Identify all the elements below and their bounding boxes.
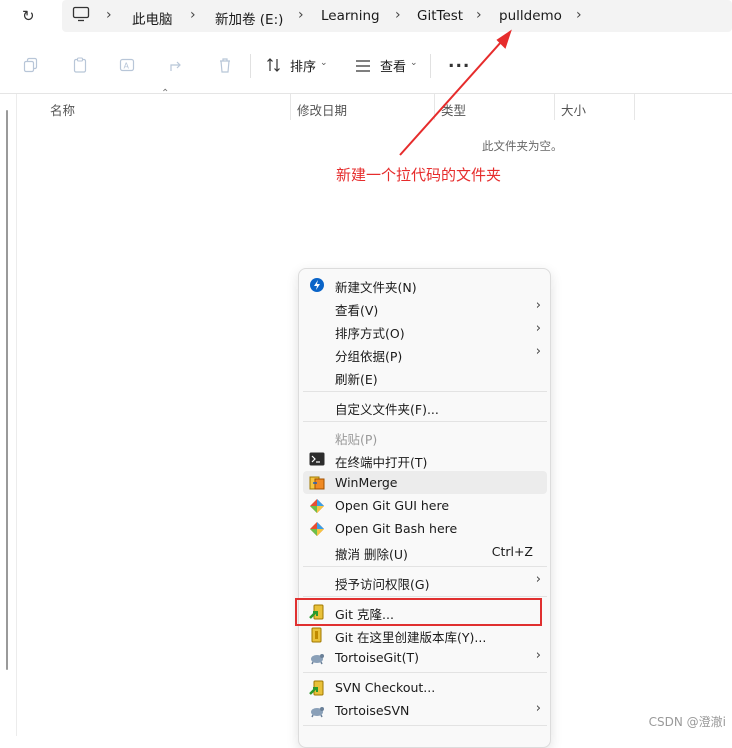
address-bar-area: ↻ › 此电脑 › 新加卷 (E:) › Learning › GitTest … — [0, 0, 732, 38]
menu-item-sort-by[interactable]: 排序方式(O) › — [303, 319, 547, 342]
svg-text:A: A — [124, 62, 130, 71]
tortoise-icon — [309, 650, 325, 666]
refresh-icon[interactable]: ↻ — [22, 7, 35, 25]
git-icon — [309, 498, 325, 514]
breadcrumb-item[interactable]: Learning — [321, 8, 380, 24]
svn-checkout-icon — [309, 680, 325, 696]
chevron-right-icon: › — [106, 7, 112, 23]
menu-item-paste: 粘贴(P) — [303, 425, 547, 448]
menu-separator — [303, 596, 547, 597]
menu-item-label: Open Git Bash here — [335, 521, 458, 536]
menu-separator — [303, 421, 547, 422]
menu-item-label: 授予访问权限(G) — [335, 577, 430, 592]
column-divider — [634, 94, 635, 120]
chevron-down-icon: ⌄ — [320, 58, 328, 68]
computer-icon — [72, 6, 90, 26]
highlight-box — [295, 598, 542, 626]
menu-item-label: 在终端中打开(T) — [335, 455, 428, 470]
rename-icon[interactable]: A — [118, 57, 136, 75]
chevron-right-icon: › — [576, 7, 582, 23]
menu-item-winmerge[interactable]: WinMerge — [303, 471, 547, 494]
menu-item-group-by[interactable]: 分组依据(P) › — [303, 342, 547, 365]
menu-separator — [303, 672, 547, 673]
menu-item-label: Open Git GUI here — [335, 498, 450, 513]
new-folder-icon — [309, 277, 325, 293]
menu-item-grant-access[interactable]: 授予访问权限(G) › — [303, 570, 547, 593]
sort-button[interactable]: 排序 — [290, 56, 316, 75]
menu-item-view[interactable]: 查看(V) › — [303, 296, 547, 319]
toolbar-divider — [250, 54, 251, 78]
chevron-right-icon: › — [535, 298, 541, 313]
menu-item-label: SVN Checkout... — [335, 680, 436, 695]
menu-item-tortoisesvn[interactable]: TortoiseSVN › — [303, 699, 547, 722]
menu-item-open-terminal[interactable]: 在终端中打开(T) — [303, 448, 547, 471]
menu-separator — [303, 725, 547, 726]
column-header-size[interactable]: 大小 — [561, 100, 586, 119]
sort-indicator-icon: ⌃ — [161, 88, 170, 99]
menu-item-label: WinMerge — [335, 475, 398, 490]
paste-icon[interactable] — [71, 57, 89, 75]
breadcrumb-item[interactable]: 此电脑 — [132, 8, 173, 28]
pane-divider — [16, 94, 17, 736]
sort-icon — [266, 57, 282, 77]
copy-icon[interactable] — [22, 57, 40, 75]
winmerge-icon — [309, 475, 325, 491]
column-header-modified[interactable]: 修改日期 — [297, 100, 347, 119]
git-create-repo-icon — [309, 627, 325, 643]
menu-item-open-git-gui[interactable]: Open Git GUI here — [303, 494, 547, 517]
menu-separator — [303, 391, 547, 392]
chevron-right-icon: › — [535, 344, 541, 359]
chevron-right-icon: › — [535, 648, 541, 663]
menu-item-refresh[interactable]: 刷新(E) — [303, 365, 547, 388]
breadcrumb-item[interactable]: 新加卷 (E:) — [215, 8, 283, 28]
navigation-pane-scrollbar[interactable] — [6, 110, 8, 670]
menu-item-label: TortoiseSVN — [335, 703, 410, 718]
menu-item-label: 分组依据(P) — [335, 349, 403, 364]
menu-item-customize-folder[interactable]: 自定义文件夹(F)... — [303, 395, 547, 418]
terminal-icon — [309, 452, 325, 468]
view-icon — [355, 58, 371, 77]
column-divider — [554, 94, 555, 120]
menu-item-tortoisegit[interactable]: TortoiseGit(T) › — [303, 646, 547, 669]
menu-item-label: Git 在这里创建版本库(Y)... — [335, 630, 487, 645]
menu-separator — [303, 566, 547, 567]
menu-item-open-git-bash[interactable]: Open Git Bash here — [303, 517, 547, 540]
tortoise-icon — [309, 703, 325, 719]
menu-item-label: 排序方式(O) — [335, 326, 405, 341]
menu-item-label: 新建文件夹(N) — [335, 280, 417, 295]
chevron-right-icon: › — [535, 701, 541, 716]
chevron-right-icon: › — [535, 572, 541, 587]
share-icon[interactable] — [167, 57, 185, 75]
menu-item-label: 粘贴(P) — [335, 432, 378, 447]
shortcut-label: Ctrl+Z — [491, 544, 533, 559]
menu-item-label: 查看(V) — [335, 303, 379, 318]
chevron-right-icon: › — [298, 7, 304, 23]
menu-item-svn-checkout[interactable]: SVN Checkout... — [303, 676, 547, 699]
watermark: CSDN @澄澈i — [648, 715, 726, 729]
chevron-right-icon: › — [190, 7, 196, 23]
menu-item-label: TortoiseGit(T) — [335, 650, 419, 665]
context-menu: 新建文件夹(N) 查看(V) › 排序方式(O) › 分组依据(P) › 刷新(… — [298, 268, 551, 748]
column-divider — [290, 94, 291, 120]
command-bar: A 排序 ⌄ 查看 ⌄ ... — [0, 38, 732, 94]
menu-item-new-folder[interactable]: 新建文件夹(N) — [303, 273, 547, 296]
menu-item-label: 自定义文件夹(F)... — [335, 402, 439, 417]
menu-item-label: 刷新(E) — [335, 372, 378, 387]
git-icon — [309, 521, 325, 537]
menu-item-label: 撤消 删除(U) — [335, 547, 408, 562]
annotation-text: 新建一个拉代码的文件夹 — [336, 166, 502, 184]
delete-icon[interactable] — [216, 57, 234, 75]
column-header-name[interactable]: 名称 — [50, 100, 75, 119]
menu-item-git-create-repo[interactable]: Git 在这里创建版本库(Y)... — [303, 623, 547, 646]
chevron-right-icon: › — [535, 321, 541, 336]
annotation-arrow — [399, 29, 512, 156]
menu-item-undo-delete[interactable]: 撤消 删除(U) Ctrl+Z — [303, 540, 547, 563]
